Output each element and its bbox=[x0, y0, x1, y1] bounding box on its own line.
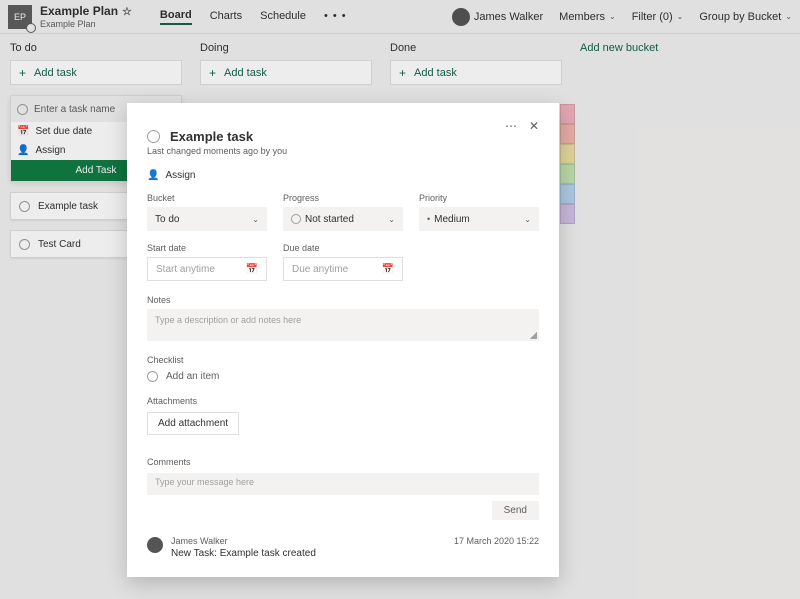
task-detail-modal: ⋯ ✕ Example task Last changed moments ag… bbox=[127, 103, 559, 577]
bucket-label: Bucket bbox=[147, 193, 267, 203]
checklist-add-row[interactable]: Add an item bbox=[147, 371, 539, 382]
start-date-label: Start date bbox=[147, 243, 267, 253]
checklist-add-label: Add an item bbox=[166, 371, 219, 382]
notes-textarea[interactable]: Type a description or add notes here bbox=[147, 309, 539, 341]
person-icon bbox=[147, 170, 159, 181]
comment-input[interactable]: Type your message here bbox=[147, 473, 539, 495]
due-date-label: Due date bbox=[283, 243, 403, 253]
chevron-down-icon: ⌄ bbox=[388, 215, 395, 224]
start-date-input[interactable]: Start anytime bbox=[147, 257, 267, 281]
comments-label: Comments bbox=[147, 457, 539, 467]
modal-subtitle: Last changed moments ago by you bbox=[147, 146, 539, 156]
more-icon[interactable]: ⋯ bbox=[505, 119, 517, 133]
priority-field: Priority • Medium ⌄ bbox=[419, 193, 539, 231]
notes-label: Notes bbox=[147, 295, 539, 305]
field-row-2: Start date Start anytime Due date Due an… bbox=[147, 243, 539, 281]
activity-time: 17 March 2020 15:22 bbox=[454, 536, 539, 546]
send-button[interactable]: Send bbox=[492, 501, 539, 520]
bucket-field: Bucket To do ⌄ bbox=[147, 193, 267, 231]
add-attachment-button[interactable]: Add attachment bbox=[147, 412, 239, 435]
due-date-input[interactable]: Due anytime bbox=[283, 257, 403, 281]
due-date-placeholder: Due anytime bbox=[292, 264, 348, 275]
priority-value: Medium bbox=[434, 214, 524, 225]
complete-radio-icon[interactable] bbox=[147, 130, 160, 143]
start-date-field: Start date Start anytime bbox=[147, 243, 267, 281]
chevron-down-icon: ⌄ bbox=[524, 215, 531, 224]
progress-label: Progress bbox=[283, 193, 403, 203]
radio-icon bbox=[147, 371, 158, 382]
notes-placeholder: Type a description or add notes here bbox=[155, 315, 301, 325]
activity-user: James Walker bbox=[171, 536, 316, 546]
progress-select[interactable]: Not started ⌄ bbox=[283, 207, 403, 231]
progress-value: Not started bbox=[305, 214, 388, 225]
start-date-placeholder: Start anytime bbox=[156, 264, 215, 275]
priority-icon: • bbox=[427, 214, 430, 224]
modal-assign[interactable]: Assign bbox=[147, 170, 539, 181]
resize-handle-icon[interactable] bbox=[530, 332, 537, 339]
activity-body: James Walker New Task: Example task crea… bbox=[171, 536, 316, 559]
chevron-down-icon: ⌄ bbox=[252, 215, 259, 224]
activity-row: James Walker New Task: Example task crea… bbox=[147, 536, 539, 559]
priority-select[interactable]: • Medium ⌄ bbox=[419, 207, 539, 231]
comment-placeholder: Type your message here bbox=[155, 477, 254, 487]
calendar-icon bbox=[382, 264, 394, 275]
close-icon[interactable]: ✕ bbox=[529, 119, 539, 133]
activity-text: New Task: Example task created bbox=[171, 548, 316, 559]
bucket-select[interactable]: To do ⌄ bbox=[147, 207, 267, 231]
avatar-icon bbox=[147, 537, 163, 553]
notes-wrap: Type a description or add notes here bbox=[147, 309, 539, 341]
bucket-value: To do bbox=[155, 214, 179, 225]
attachments-label: Attachments bbox=[147, 396, 539, 406]
due-date-field: Due date Due anytime bbox=[283, 243, 403, 281]
checklist-label: Checklist bbox=[147, 355, 539, 365]
progress-field: Progress Not started ⌄ bbox=[283, 193, 403, 231]
status-icon bbox=[291, 214, 301, 224]
modal-title-row: Example task bbox=[147, 129, 539, 144]
modal-title[interactable]: Example task bbox=[170, 129, 253, 144]
modal-assign-label: Assign bbox=[165, 170, 195, 181]
priority-label: Priority bbox=[419, 193, 539, 203]
calendar-icon bbox=[246, 264, 258, 275]
send-row: Send bbox=[147, 501, 539, 520]
field-row-1: Bucket To do ⌄ Progress Not started ⌄ Pr… bbox=[147, 193, 539, 231]
